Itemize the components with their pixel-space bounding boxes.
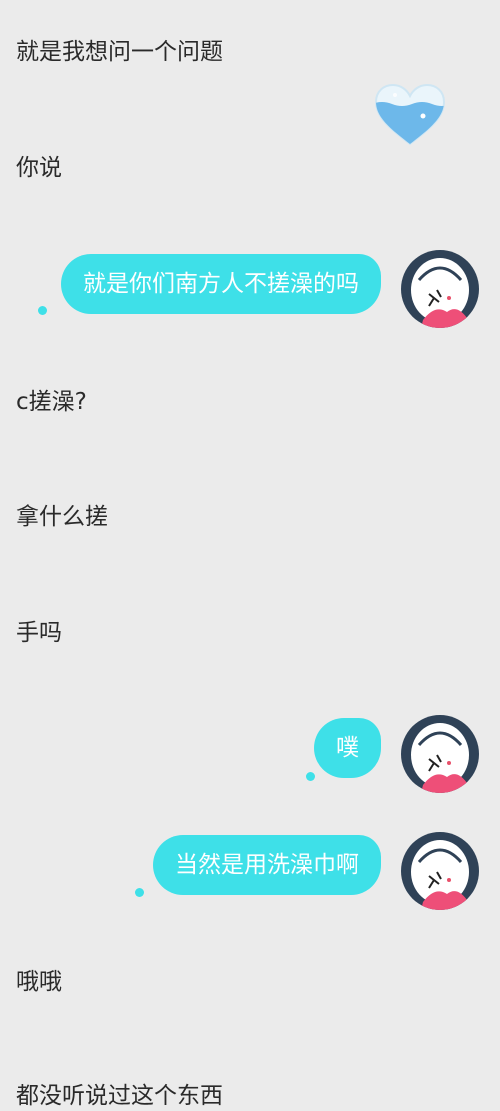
chat-conversation: 就是我想问一个问题 你说 就是你们南方人不搓澡的吗 c搓澡? 拿什么搓 手吗 噗… bbox=[0, 0, 500, 1111]
incoming-message: 手吗 bbox=[16, 620, 62, 646]
outgoing-bubble[interactable]: 就是你们南方人不搓澡的吗 bbox=[61, 254, 381, 314]
incoming-message: c搓澡? bbox=[16, 389, 87, 415]
user-avatar[interactable] bbox=[401, 250, 479, 328]
incoming-message: 你说 bbox=[16, 155, 62, 181]
incoming-message: 就是我想问一个问题 bbox=[16, 39, 223, 65]
outgoing-bubble[interactable]: 噗 bbox=[314, 718, 381, 778]
bubble-tail-dot bbox=[135, 888, 144, 897]
bubble-tail-dot bbox=[38, 306, 47, 315]
user-avatar[interactable] bbox=[401, 832, 479, 910]
incoming-message: 拿什么搓 bbox=[16, 504, 108, 530]
incoming-message: 都没听说过这个东西 bbox=[16, 1083, 223, 1109]
blue-heart-icon bbox=[372, 82, 448, 152]
bubble-tail-dot bbox=[306, 772, 315, 781]
outgoing-bubble[interactable]: 当然是用洗澡巾啊 bbox=[153, 835, 381, 895]
user-avatar[interactable] bbox=[401, 715, 479, 793]
incoming-message: 哦哦 bbox=[16, 969, 62, 995]
